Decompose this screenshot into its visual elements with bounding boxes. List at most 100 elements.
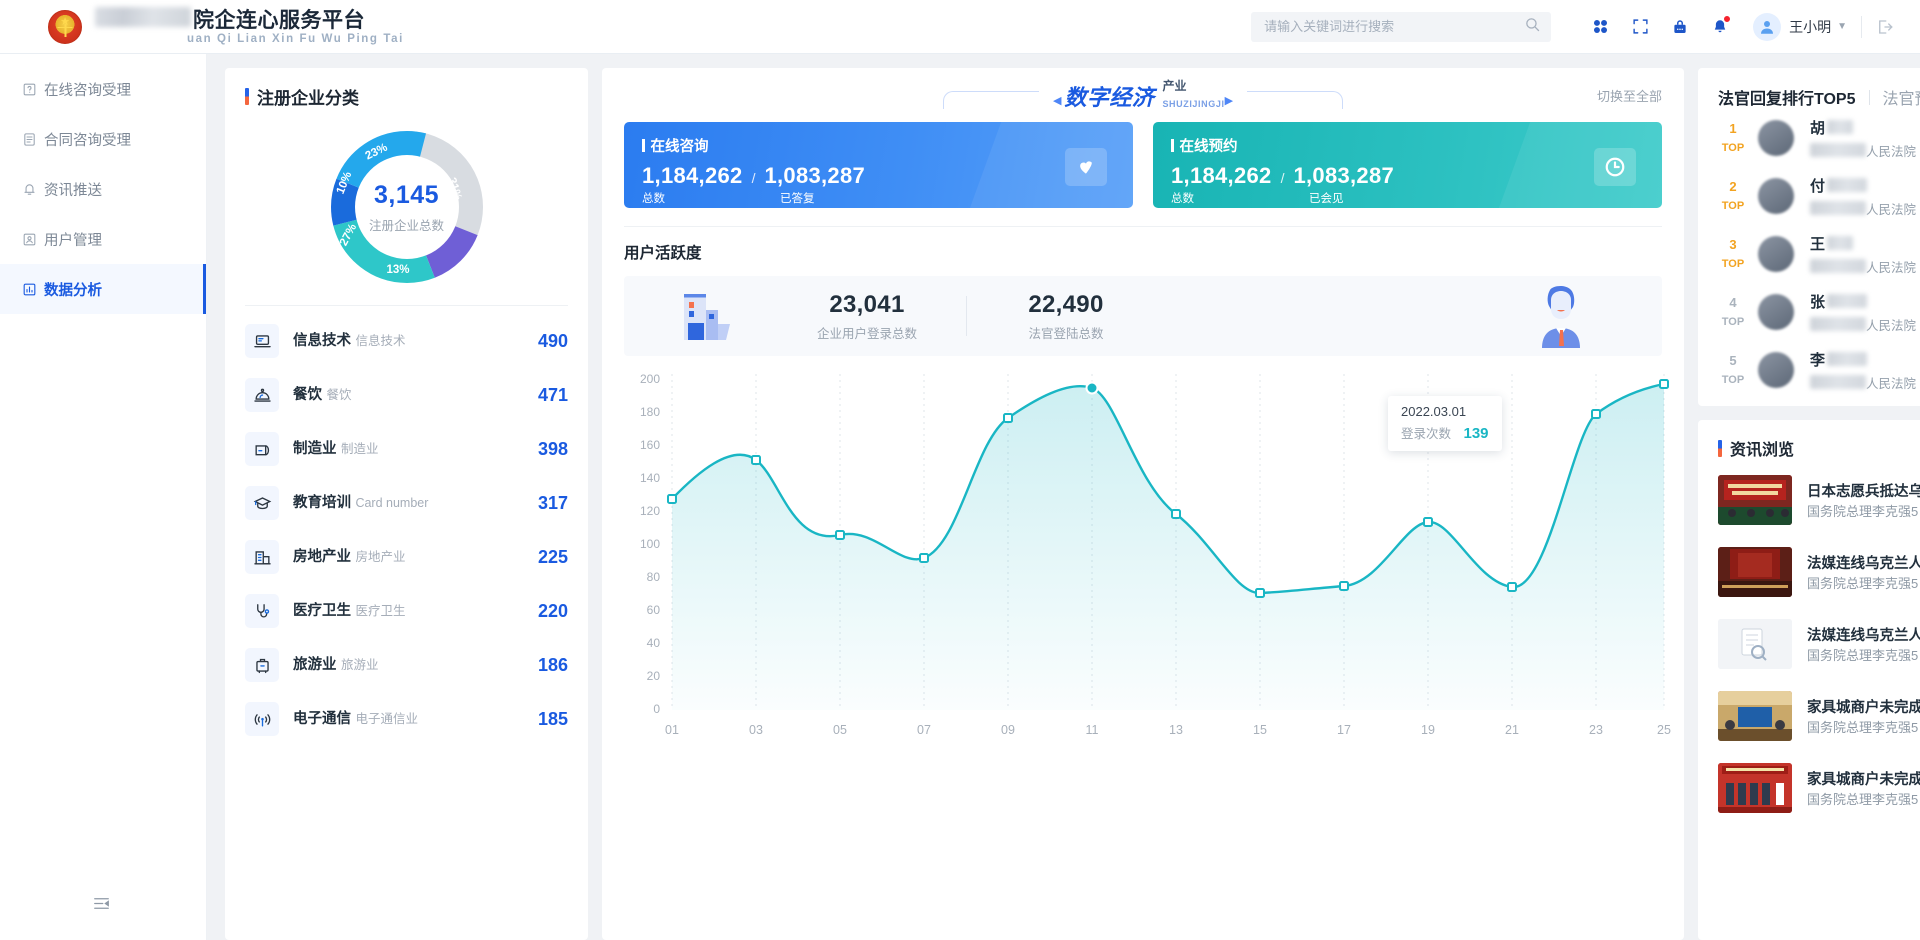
tab-appointment-ranking[interactable]: 法官预约排行TOP5: [1883, 85, 1920, 109]
sidebar-item-news-push[interactable]: 资讯推送: [0, 164, 206, 214]
svg-text:17: 17: [1337, 723, 1351, 737]
service-bell-icon: [245, 378, 279, 412]
lock-icon[interactable]: [1663, 10, 1697, 44]
table-row[interactable]: 4 TOP 张 人民法院 2288 回复数: [1698, 283, 1920, 341]
user-menu[interactable]: 王小明 ▼: [1753, 13, 1847, 41]
stat-total: 1,184,262: [642, 163, 743, 189]
court-suffix: 人民法院: [1866, 141, 1916, 160]
svg-text:25: 25: [1657, 723, 1671, 737]
activity-value: 22,490: [991, 291, 1141, 319]
avatar: [1758, 294, 1794, 330]
sidebar-item-online-consult[interactable]: 在线咨询受理: [0, 64, 206, 114]
stat-accent-bar: [1171, 139, 1174, 152]
fullscreen-icon[interactable]: [1623, 10, 1657, 44]
list-item[interactable]: 法媒连线乌克兰人期待辱俄大姐竟揭自家短丑 国务院总理李克强5日在政府工作报告中指…: [1698, 536, 1920, 608]
news-desc: 国务院总理李克强5日在政府工作报告中指出，过去…: [1807, 576, 1920, 591]
list-item[interactable]: 法媒连线乌克兰人期待辱俄大姐竟揭自家短丑 国务院总理李克强5日在政府工作报告中指…: [1698, 608, 1920, 680]
svg-text:05: 05: [833, 723, 847, 737]
news-desc: 国务院总理李克强5日在政府工作报告中指出，过去…: [1807, 504, 1920, 519]
brand-title: 院企连心服务平台: [193, 10, 365, 31]
app-body: 在线咨询受理 合同咨询受理 资讯推送 用户管理: [0, 54, 1920, 940]
category-sub: 旅游业: [341, 658, 379, 672]
online-consult-stat-card[interactable]: 在线咨询 1,184,262 / 1,083,287 总数 已答复: [624, 122, 1133, 208]
chart-bar-icon: [22, 282, 44, 297]
digital-economy-banner: ◀ 数字经济 产业 SHUZIJINGJI ▶: [1019, 78, 1267, 113]
graduation-cap-icon: [245, 486, 279, 520]
news-title: 法媒连线乌克兰人期待辱俄大姐竟揭自家短丑: [1807, 556, 1920, 572]
sidebar-item-user-management[interactable]: 用户管理: [0, 214, 206, 264]
table-row[interactable]: 5 TOP 李 人民法院 2288 回复数: [1698, 341, 1920, 399]
bell-icon[interactable]: [1703, 10, 1737, 44]
category-name: 电子通信: [293, 711, 351, 727]
rank-index: 2: [1729, 179, 1736, 194]
svg-text:15: 15: [1253, 723, 1267, 737]
donut-total-label: 注册企业总数: [369, 215, 444, 234]
sidebar-item-contract-consult[interactable]: 合同咨询受理: [0, 114, 206, 164]
redacted-court-mask: [1810, 317, 1866, 331]
redacted-court-mask: [1810, 201, 1866, 215]
list-item[interactable]: 制造业 制造业 398: [245, 422, 568, 476]
svg-text:03: 03: [749, 723, 763, 737]
search-input[interactable]: [1264, 19, 1524, 34]
list-item[interactable]: 家具城商户未完成任务排队被浇水,员工：第… 国务院总理李克强5日在政府工作报告中…: [1698, 680, 1920, 752]
sidebar-item-data-analysis[interactable]: 数据分析: [0, 264, 206, 314]
app-header: ★ 院企连心服务平台 uan Qi Lian Xin Fu Wu Ping Ta…: [0, 0, 1920, 54]
svg-text:80: 80: [647, 570, 661, 584]
online-appointment-stat-card[interactable]: 在线预约 1,184,262 / 1,083,287 总数 已会见: [1153, 122, 1662, 208]
suitcase-icon: [245, 648, 279, 682]
rank-index: 3: [1729, 237, 1736, 252]
banner-pinyin: SHUZIJINGJI: [1162, 99, 1224, 109]
donut-pct-13: 13%: [387, 264, 410, 276]
building-icon: [245, 540, 279, 574]
table-row[interactable]: 3 TOP 王 人民法院 2288 回复数: [1698, 225, 1920, 283]
list-item[interactable]: 电子通信 电子通信业 185: [245, 692, 568, 746]
list-item[interactable]: 信息技术 信息技术 490: [245, 314, 568, 368]
heart-message-icon: [1065, 148, 1107, 186]
rank-top-label: TOP: [1722, 200, 1744, 212]
redacted-name-mask: [1827, 236, 1853, 250]
search-box[interactable]: [1251, 12, 1551, 42]
stat-separator: /: [1281, 170, 1285, 186]
donut-center: 3,145 注册企业总数: [355, 155, 459, 259]
donut-chart[interactable]: 31% 13% 27% 10% 23% 3,145 注册企业总数: [325, 125, 489, 289]
svg-text:01: 01: [665, 723, 679, 737]
category-sub: Card number: [355, 496, 428, 510]
list-item[interactable]: 教育培训 Card number 317: [245, 476, 568, 530]
table-row[interactable]: 2 TOP 付 人民法院 2690 回复数: [1698, 167, 1920, 225]
collapse-menu-icon[interactable]: [92, 894, 111, 918]
tooltip-date: 2022.03.01: [1401, 404, 1489, 419]
svg-text:20: 20: [647, 669, 661, 683]
redacted-name-mask: [1827, 294, 1867, 308]
brand-pinyin: uan Qi Lian Xin Fu Wu Ping Tai: [187, 34, 404, 46]
category-value: 220: [538, 601, 568, 622]
list-item[interactable]: 日本志愿兵抵达乌克兰参战?🔥 国务院总理李克强5日在政府工作报告中指出，过去… …: [1698, 464, 1920, 536]
chart-active-point: [1087, 383, 1098, 394]
rank-top-label: TOP: [1722, 316, 1744, 328]
tab-reply-ranking[interactable]: 法官回复排行TOP5: [1718, 85, 1856, 109]
logout-icon[interactable]: [1868, 10, 1902, 44]
list-item[interactable]: 医疗卫生 医疗卫生 220: [245, 584, 568, 638]
switch-to-all-link[interactable]: 切换至全部: [1597, 86, 1662, 105]
y-axis-ticks: 200180160 140120100 806040 200: [640, 374, 660, 716]
list-item[interactable]: 房地产业 房地产业 225: [245, 530, 568, 584]
rank-top-label: TOP: [1722, 142, 1744, 154]
list-item[interactable]: 家具城商户未完成任务排队被浇水,员工：第… 国务院总理李克强5日在政府工作报告中…: [1698, 752, 1920, 824]
activity-block-judge: 22,490 法官登陆总数: [991, 291, 1141, 342]
category-name: 教育培训: [293, 495, 351, 511]
search-icon[interactable]: [1524, 16, 1541, 38]
category-value: 317: [538, 493, 568, 514]
stat-total-label: 总数: [642, 190, 780, 206]
user-activity-line-chart[interactable]: 200180160 140120100 806040 200: [624, 374, 1674, 746]
chevron-down-icon[interactable]: ▼: [1837, 21, 1847, 32]
rank-number: 4 TOP: [1718, 294, 1748, 329]
apps-grid-icon[interactable]: [1583, 10, 1617, 44]
stat-accent-bar: [642, 139, 645, 152]
list-item[interactable]: 旅游业 旅游业 186: [245, 638, 568, 692]
table-row[interactable]: 1 TOP 胡 人民法院 4150 回复数: [1698, 109, 1920, 167]
news-thumbnail: [1718, 619, 1792, 669]
avatar: [1758, 120, 1794, 156]
chart-tooltip: 2022.03.01 登录次数 139: [1388, 396, 1502, 451]
stat-total: 1,184,262: [1171, 163, 1272, 189]
list-item[interactable]: 餐饮 餐饮 471: [245, 368, 568, 422]
svg-text:13: 13: [1169, 723, 1183, 737]
